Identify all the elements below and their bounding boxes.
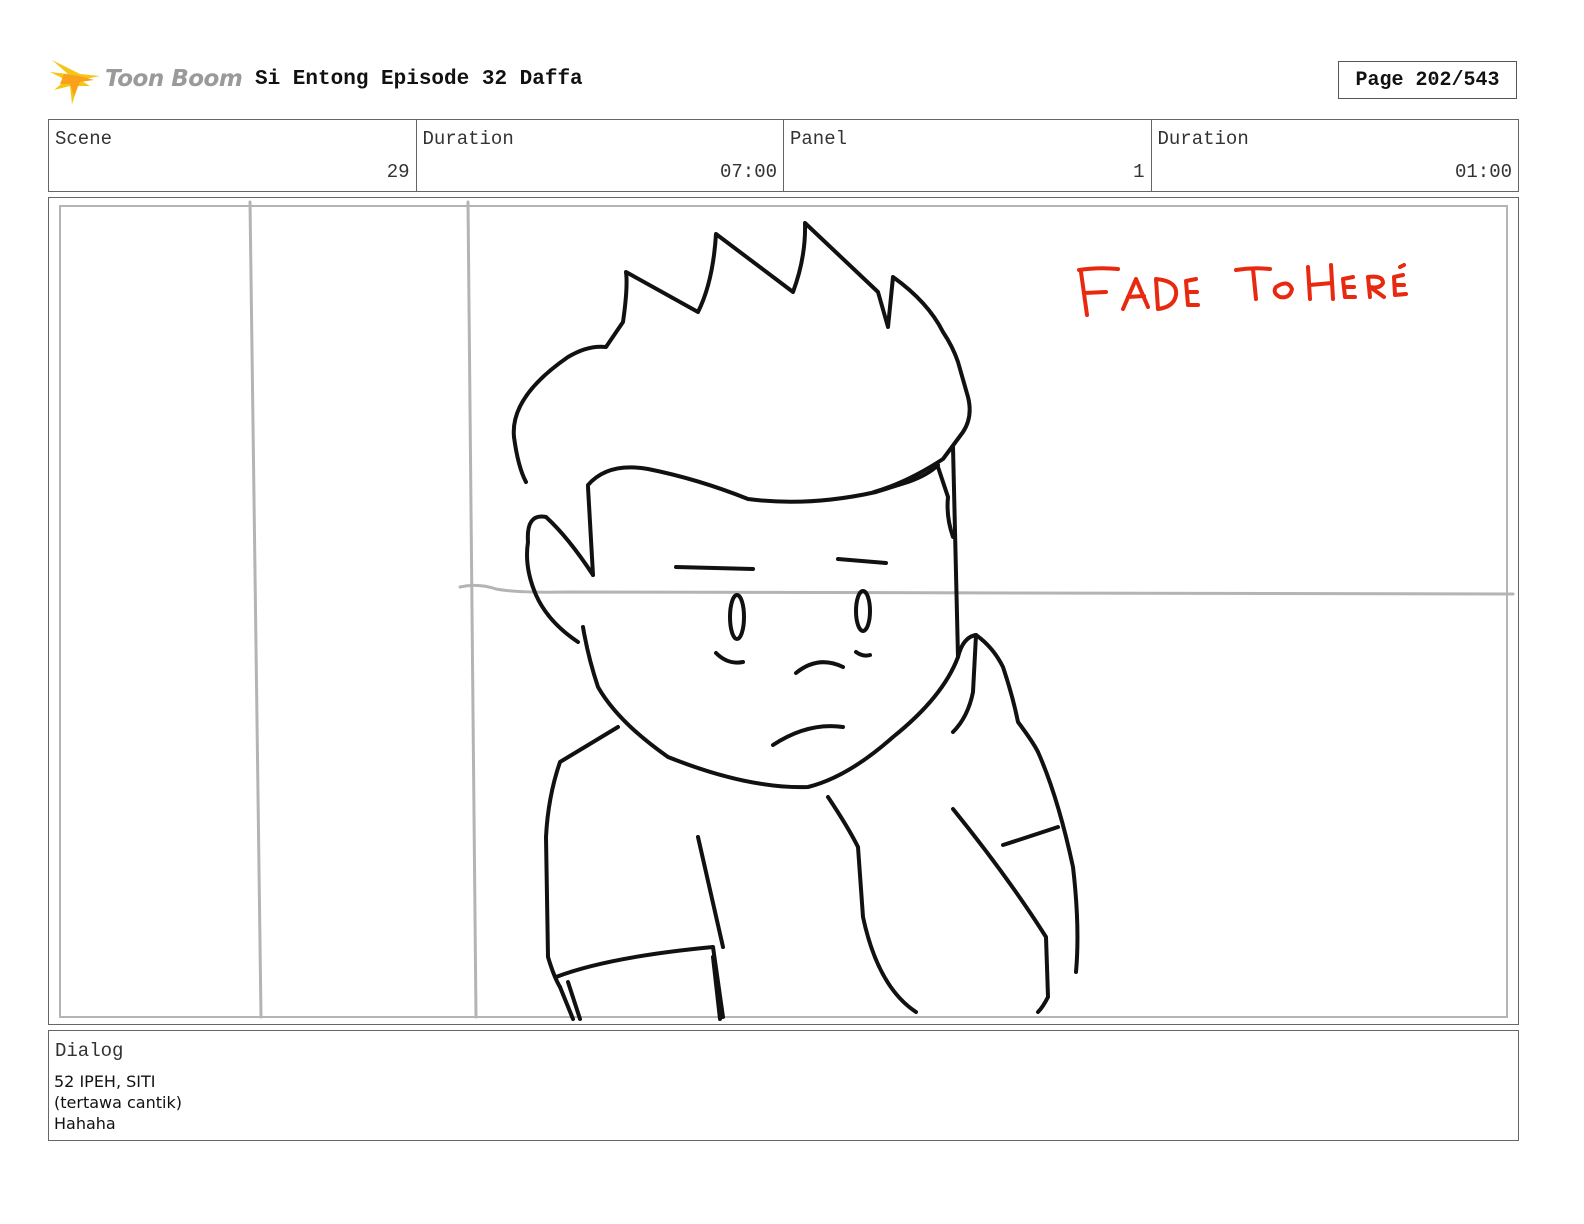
guide-horizontal [458,583,1515,596]
scene-duration-cell: Duration 07:00 [417,120,784,191]
mouth [771,724,845,747]
guide-vertical-right [466,200,478,1019]
brow-right [836,557,888,565]
page-header: Toon Boom Si Entong Episode 32 Daffa Pag… [0,0,1584,120]
scene-duration-value: 07:00 [719,161,777,183]
project-title: Si Entong Episode 32 Daffa [255,68,583,91]
burst-icon [50,60,100,104]
scene-cell: Scene 29 [49,120,417,191]
hair-outline [511,221,972,494]
panel-drawing [248,200,1515,1021]
brow-left [674,565,755,571]
shoulder-right [1001,825,1060,847]
guide-vertical-left [248,200,263,1019]
arm-right-inner [951,807,1050,1014]
panel-duration-value: 01:00 [1454,161,1512,183]
guide-lines [248,200,1515,1019]
panel-duration-label: Duration [1157,128,1249,150]
sleeve-left [554,945,725,1019]
sideburn-left [586,485,595,577]
sleeve-left-inner [696,835,725,949]
scene-info-table: Scene 29 Duration 07:00 Panel 1 Duration… [48,119,1519,192]
panel-label: Panel [790,128,848,150]
page-number: Page 202/543 [1338,61,1517,99]
collar [826,795,918,1014]
scene-label: Scene [55,128,113,150]
dialog-box: Dialog 52 IPEH, SITI (tertawa cantik) Ha… [48,1030,1519,1141]
nose [794,660,845,675]
hand [956,633,1040,754]
dialog-label: Dialog [55,1040,124,1062]
face-right [581,445,960,790]
panel-cell: Panel 1 [784,120,1152,191]
hairline [586,463,940,504]
eye-left [728,593,746,641]
scene-value: 29 [386,161,410,183]
panel-duration-cell: Duration 01:00 [1152,120,1519,191]
cheek-right [854,650,872,658]
dialog-line-direction: (tertawa cantik) [54,1093,182,1112]
dialog-line-character: 52 IPEH, SITI [54,1072,156,1091]
dialog-line-speech: Hahaha [54,1114,116,1133]
cheek-left [714,651,745,665]
fade-to-here-annotation [1077,263,1408,317]
dialog-text: 52 IPEH, SITI (tertawa cantik) Hahaha [54,1071,182,1134]
sideburn-right [936,465,955,539]
shirt-left [544,725,620,989]
hair-left-side [512,435,528,484]
scene-duration-label: Duration [422,128,514,150]
ear [525,514,595,644]
panel-value: 1 [1133,161,1145,183]
logo-text: Toon Boom [105,66,243,92]
toon-boom-logo: Toon Boom [50,56,243,108]
character-sketch [511,221,1080,1021]
eye-right [854,589,872,633]
arm-right [1036,750,1080,974]
